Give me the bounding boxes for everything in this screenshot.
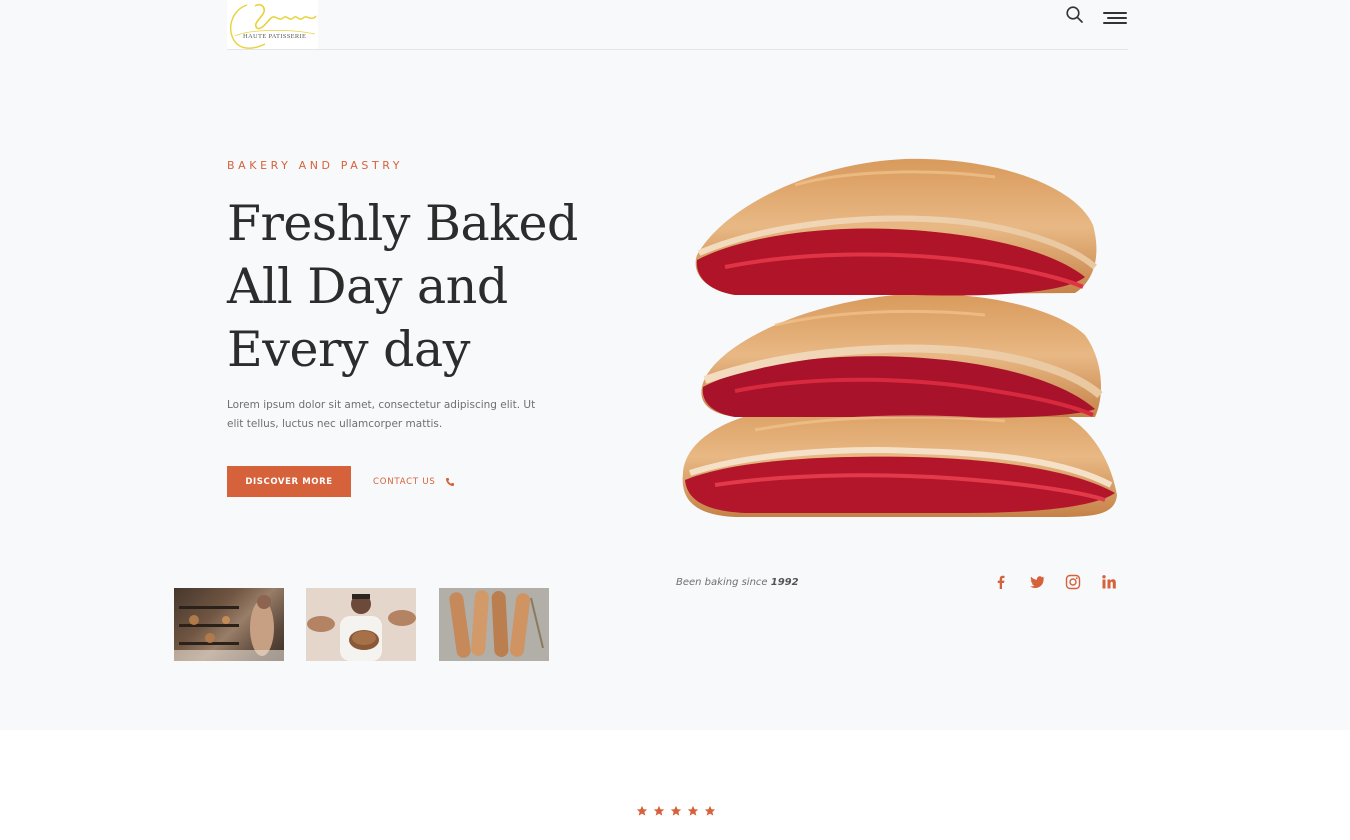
twitter-icon — [1030, 576, 1045, 588]
hero-title-line: Freshly Baked — [227, 195, 578, 252]
hero-title-line: Every day — [227, 321, 470, 378]
star-icon — [653, 805, 665, 816]
instagram-link[interactable] — [1065, 574, 1081, 590]
star-icon — [670, 805, 682, 816]
menu-button[interactable] — [1103, 12, 1127, 26]
discover-more-button[interactable]: DISCOVER MORE — [227, 466, 351, 497]
thumbnail-baguettes[interactable] — [439, 588, 549, 661]
hero-eyebrow: BAKERY AND PASTRY — [227, 159, 404, 172]
twitter-link[interactable] — [1029, 574, 1045, 590]
facebook-link[interactable] — [993, 574, 1009, 590]
star-icon — [687, 805, 699, 816]
contact-us-label: CONTACT US — [373, 477, 436, 487]
baker-image — [306, 588, 416, 661]
baguettes-image — [439, 588, 549, 661]
bakery-shop-image — [174, 588, 284, 661]
logo-mark — [229, 3, 317, 49]
star-icon — [704, 805, 716, 816]
instagram-icon — [1065, 574, 1081, 590]
menu-line — [1107, 17, 1127, 19]
star-icon — [636, 805, 648, 816]
since-text: Been baking since 1992 — [676, 577, 799, 588]
logo[interactable]: HAUTE PATISSERIE — [227, 0, 318, 49]
rating-stars — [636, 805, 716, 817]
hero-title-line: All Day and — [227, 258, 508, 315]
phone-icon — [445, 478, 454, 486]
hamburger-menu-icon — [1103, 12, 1127, 14]
stacked-pastry-image — [682, 158, 1117, 517]
hero-description: Lorem ipsum dolor sit amet, consectetur … — [227, 399, 536, 430]
search-icon — [1066, 6, 1083, 23]
hero-title: Freshly Baked All Day and Every day — [227, 192, 647, 381]
thumbnail-bakery-shop[interactable] — [174, 588, 284, 661]
menu-line — [1103, 22, 1127, 24]
since-prefix: Been baking since — [676, 577, 768, 588]
logo-subtitle: HAUTE PATISSERIE — [243, 33, 307, 40]
thumbnail-baker[interactable] — [306, 588, 416, 661]
facebook-icon — [997, 575, 1005, 589]
search-button[interactable] — [1065, 5, 1085, 25]
contact-us-link[interactable]: CONTACT US — [373, 474, 455, 490]
site-header: HAUTE PATISSERIE — [227, 0, 1128, 50]
linkedin-icon — [1102, 575, 1116, 589]
since-year: 1992 — [770, 577, 799, 588]
linkedin-link[interactable] — [1101, 574, 1117, 590]
